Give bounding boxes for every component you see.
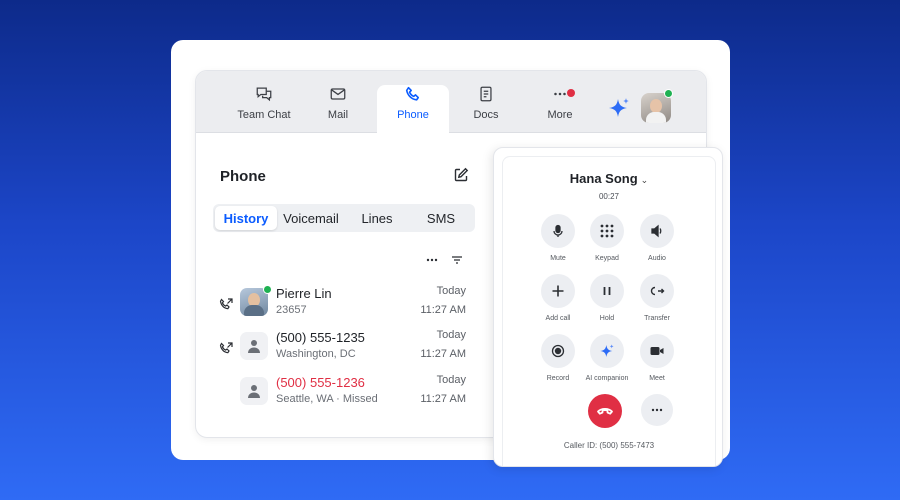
end-call-button[interactable] xyxy=(588,394,622,428)
mute-button[interactable] xyxy=(541,214,575,248)
call-timer: 00:27 xyxy=(598,192,620,201)
keypad-label: Keypad xyxy=(595,255,619,262)
phone-tabs: History Voicemail Lines SMS xyxy=(213,204,475,232)
mute-label: Mute xyxy=(550,255,566,262)
caller-id: Caller ID: (500) 555-7473 xyxy=(563,441,655,450)
tab-voicemail[interactable]: Voicemail xyxy=(279,206,343,230)
docs-icon xyxy=(480,86,492,102)
online-status-dot xyxy=(664,89,673,98)
contact-extension: 23657 xyxy=(276,304,307,316)
chat-icon xyxy=(256,87,272,102)
audio-control[interactable]: Audio xyxy=(632,214,682,262)
caller-name-button[interactable]: Hana Song ⌄ xyxy=(494,171,722,186)
contact-location: Seattle, WA · Missed xyxy=(276,393,378,405)
ai-companion-button[interactable] xyxy=(590,334,624,368)
hold-control[interactable]: Hold xyxy=(582,274,632,322)
call-date: Today xyxy=(436,329,466,341)
tab-docs[interactable]: Docs xyxy=(450,85,522,133)
contact-name: (500) 555-1236 xyxy=(276,375,365,390)
tab-docs-label: Docs xyxy=(473,109,499,121)
hold-label: Hold xyxy=(599,315,615,322)
tab-mail[interactable]: Mail xyxy=(302,85,374,133)
call-history-row[interactable]: Pierre Lin 23657 Today 11:27 AM xyxy=(196,285,486,329)
contact-name: Pierre Lin xyxy=(276,286,332,301)
keypad-button[interactable] xyxy=(590,214,624,248)
chevron-down-icon: ⌄ xyxy=(640,175,649,185)
audio-button[interactable] xyxy=(640,214,674,248)
keypad-control[interactable]: Keypad xyxy=(582,214,632,262)
page-title: Phone xyxy=(220,168,266,185)
call-history-row[interactable]: (500) 555-1236 Seattle, WA · Missed Toda… xyxy=(196,374,486,418)
tab-history[interactable]: History xyxy=(215,206,277,230)
contact-name: (500) 555-1235 xyxy=(276,330,365,345)
top-nav-bar: Team Chat Mail Phone Docs More xyxy=(196,71,706,134)
online-status-dot xyxy=(263,285,272,294)
record-label: Record xyxy=(546,375,570,382)
outgoing-call-icon xyxy=(219,342,233,354)
hold-button[interactable] xyxy=(590,274,624,308)
tab-mail-label: Mail xyxy=(327,109,349,121)
add-call-control[interactable]: Add call xyxy=(533,274,583,322)
add-call-label: Add call xyxy=(545,315,571,322)
tab-team-chat[interactable]: Team Chat xyxy=(228,85,300,133)
ai-sparkle-icon xyxy=(600,344,614,357)
outgoing-call-icon xyxy=(219,298,233,310)
contact-avatar xyxy=(240,332,268,360)
hang-up-icon xyxy=(597,407,613,415)
transfer-button[interactable] xyxy=(640,274,674,308)
active-call-panel: Hana Song ⌄ 00:27 Mute Keypad Audio Add c… xyxy=(493,147,723,467)
caller-name: Hana Song xyxy=(569,171,638,186)
transfer-control[interactable]: Transfer xyxy=(632,274,682,322)
call-time: 11:27 AM xyxy=(420,304,466,316)
ai-companion-label: AI companion xyxy=(585,375,629,382)
more-icon xyxy=(651,408,663,412)
person-icon xyxy=(248,385,260,398)
call-date: Today xyxy=(436,285,466,297)
keypad-icon xyxy=(600,224,614,238)
call-history-row[interactable]: (500) 555-1235 Washington, DC Today 11:2… xyxy=(196,329,486,373)
call-date: Today xyxy=(436,374,466,386)
transfer-label: Transfer xyxy=(644,315,670,322)
notification-dot xyxy=(567,89,575,97)
microphone-icon xyxy=(553,224,563,237)
tab-phone[interactable]: Phone xyxy=(377,85,449,134)
tab-more-label: More xyxy=(547,109,573,121)
record-control[interactable]: Record xyxy=(533,334,583,382)
compose-icon[interactable] xyxy=(453,167,469,183)
ai-sparkle-icon[interactable] xyxy=(607,96,631,120)
tab-more[interactable]: More xyxy=(524,85,596,133)
speaker-icon xyxy=(651,224,662,238)
tab-lines[interactable]: Lines xyxy=(345,206,409,230)
video-camera-icon xyxy=(650,347,664,355)
ai-companion-control[interactable]: AI companion xyxy=(582,334,632,382)
record-icon xyxy=(551,344,565,358)
tab-sms[interactable]: SMS xyxy=(409,206,473,230)
call-more-button[interactable] xyxy=(641,394,673,426)
call-time: 11:27 AM xyxy=(420,348,466,360)
contact-avatar xyxy=(240,377,268,405)
more-options-icon[interactable] xyxy=(425,253,439,267)
mute-control[interactable]: Mute xyxy=(533,214,583,262)
contact-location: Washington, DC xyxy=(276,348,356,360)
phone-icon xyxy=(405,86,420,101)
tab-team-chat-label: Team Chat xyxy=(237,109,291,121)
mail-icon xyxy=(330,88,346,100)
meet-label: Meet xyxy=(649,375,665,382)
tab-phone-label: Phone xyxy=(397,109,429,121)
meet-control[interactable]: Meet xyxy=(632,334,682,382)
pause-icon xyxy=(603,287,611,295)
plus-icon xyxy=(552,285,564,297)
transfer-icon xyxy=(650,286,665,296)
add-call-button[interactable] xyxy=(541,274,575,308)
filter-icon[interactable] xyxy=(450,253,464,267)
meet-button[interactable] xyxy=(640,334,674,368)
record-button[interactable] xyxy=(541,334,575,368)
audio-label: Audio xyxy=(648,255,666,262)
person-icon xyxy=(248,340,260,353)
call-time: 11:27 AM xyxy=(420,393,466,405)
